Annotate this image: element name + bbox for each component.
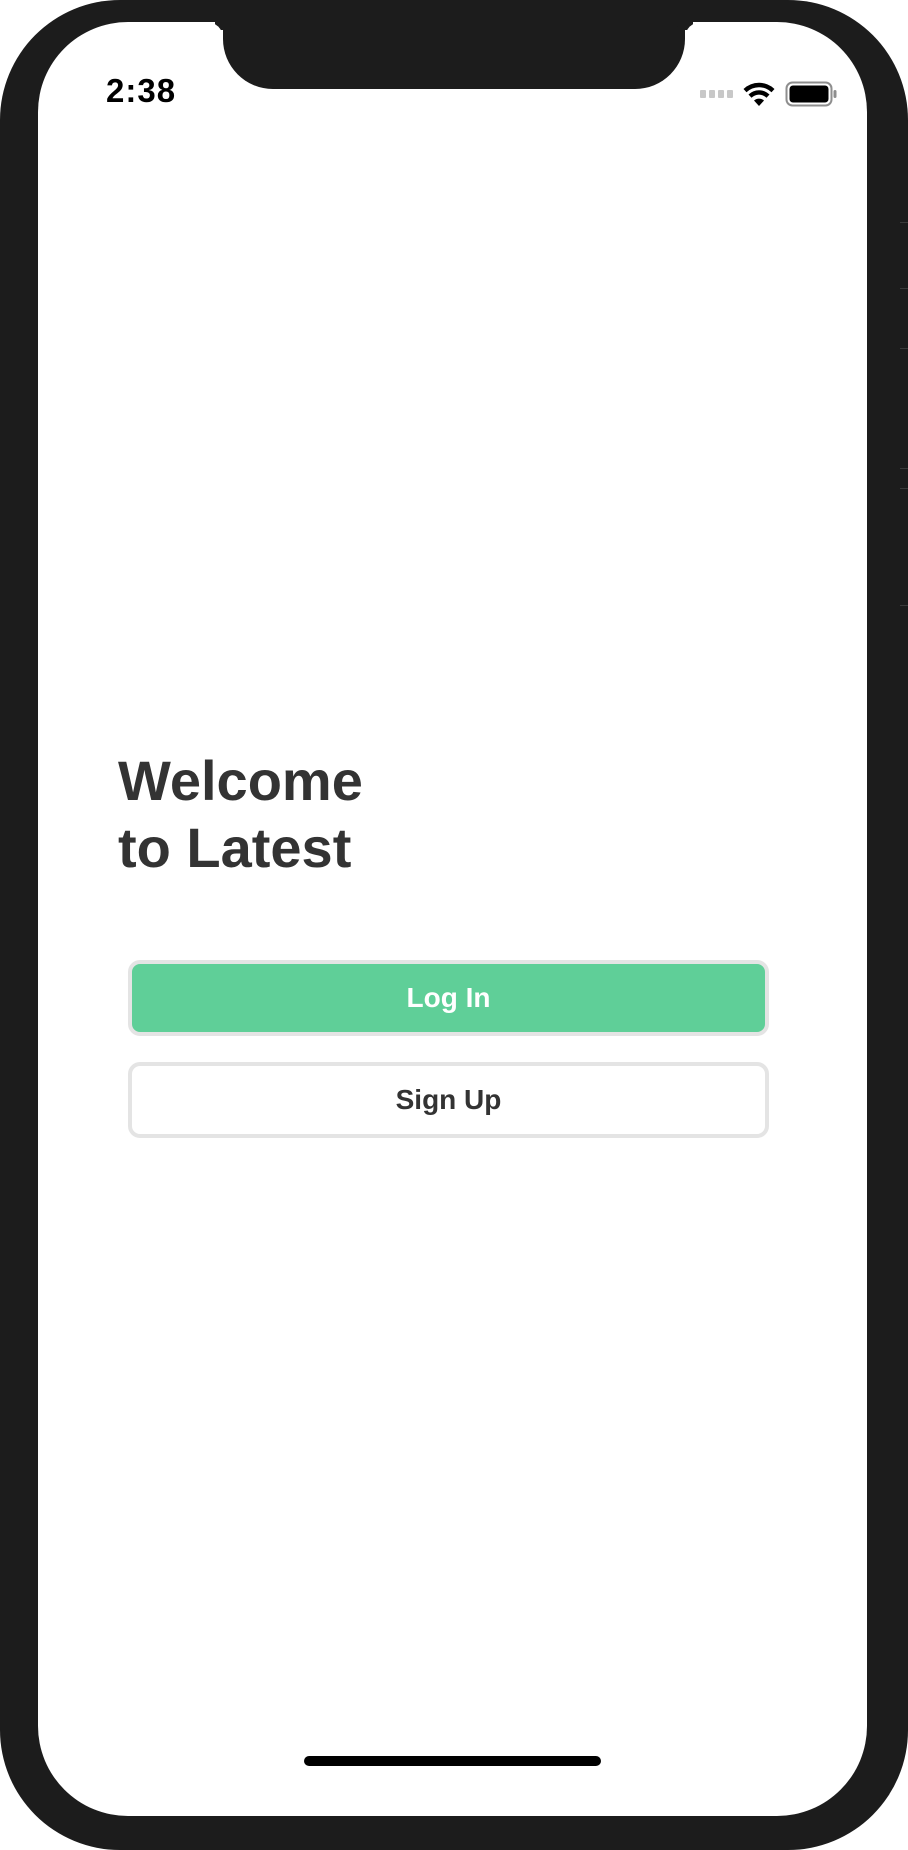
backdrop-divider [900,288,908,289]
phone-screen: 2:38 Welcome to Latest Log In Sign Up [38,22,867,1816]
signup-button[interactable]: Sign Up [128,1062,769,1138]
device-frame: 2:38 Welcome to Latest Log In Sign Up [0,0,908,1850]
welcome-line-2: to Latest [118,816,352,879]
wifi-icon [743,81,775,107]
notch [223,22,685,89]
status-icons [700,80,837,108]
welcome-line-1: Welcome [118,749,363,812]
login-button[interactable]: Log In [128,960,769,1036]
backdrop-divider [900,222,908,223]
backdrop-divider [900,348,908,349]
backdrop-divider [900,468,908,469]
backdrop-divider [900,605,908,606]
welcome-heading: Welcome to Latest [118,747,618,881]
home-indicator[interactable] [304,1756,601,1766]
status-time: 2:38 [106,72,177,109]
backdrop-divider [900,488,908,489]
battery-icon [785,81,837,107]
cellular-signal-icon [700,90,733,98]
